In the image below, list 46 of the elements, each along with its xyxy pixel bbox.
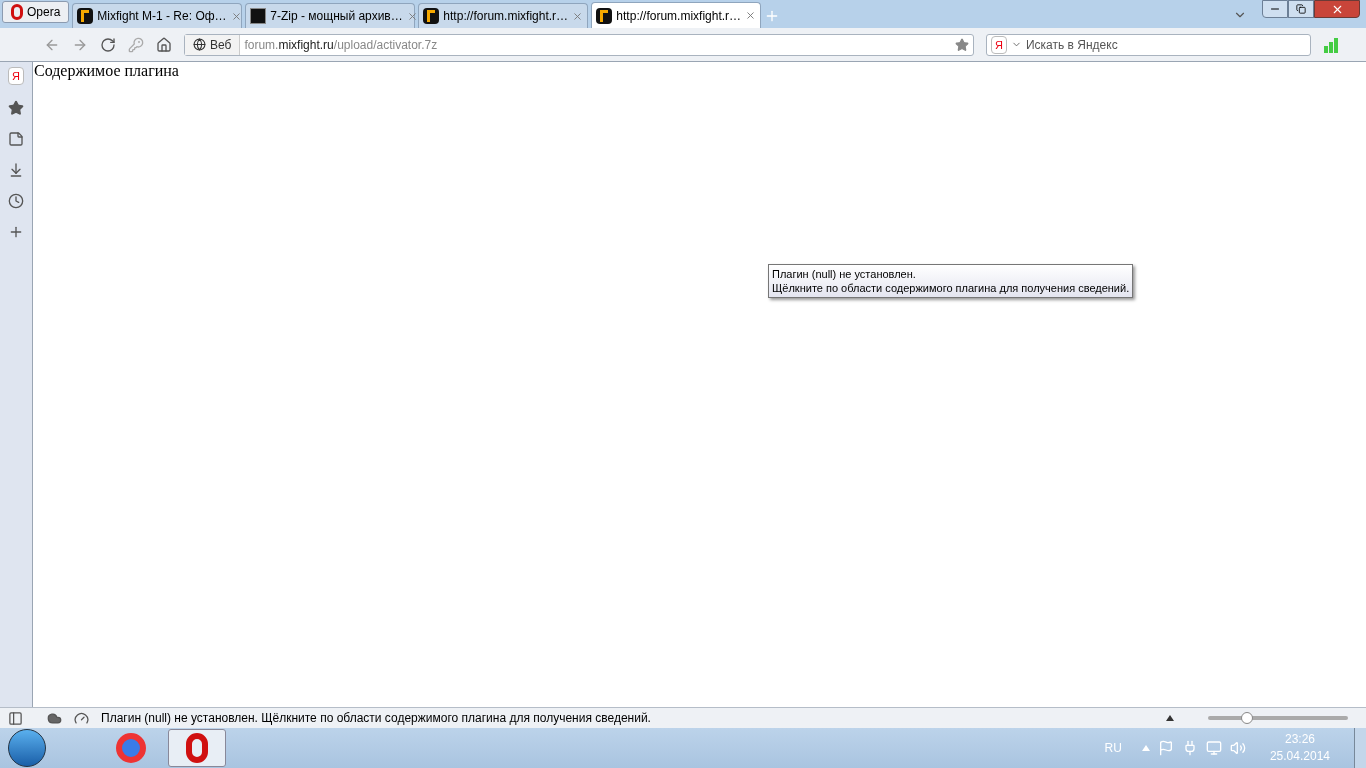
opera-logo-icon [186, 733, 208, 763]
history-clock-icon[interactable] [8, 193, 24, 209]
opera-logo-icon [11, 4, 23, 20]
browser-tab[interactable]: http://forum.mixfight.r… [591, 2, 762, 28]
yandex-panel-badge[interactable]: Я [8, 67, 24, 85]
tab-site-icon [596, 7, 613, 24]
plugin-placeholder-text[interactable]: Содержимое плагина [33, 62, 179, 80]
cloud-icon[interactable] [47, 710, 62, 726]
tab-site-icon [423, 8, 440, 24]
taskbar-app-button[interactable] [168, 729, 226, 767]
close-button[interactable] [1314, 0, 1360, 18]
web-badge[interactable]: Веб [185, 34, 241, 55]
add-panel-icon[interactable] [8, 224, 24, 240]
status-text: Плагин (null) не установлен. Щёлкните по области содержимого плагина для получения сведений. [101, 710, 651, 727]
plugin-tooltip: Плагин (null) не установлен. Щёлкните по области содержимого плагина для получения сведений. [768, 264, 1134, 298]
show-desktop-button[interactable] [1354, 728, 1366, 768]
key-icon[interactable] [128, 36, 144, 53]
tab-site-icon [77, 8, 94, 24]
close-icon [572, 10, 584, 22]
close-icon [745, 10, 757, 21]
browser-tab[interactable]: http://forum.mixfight.r… [418, 3, 589, 28]
start-button[interactable] [8, 729, 46, 767]
search-field[interactable]: Я Искать в Яндекс [986, 33, 1311, 56]
search-engine-badge[interactable]: Я [991, 35, 1007, 54]
bookmark-star-icon[interactable] [955, 37, 969, 52]
speedometer-icon[interactable] [74, 710, 89, 726]
bookmarks-star-icon[interactable] [8, 100, 24, 116]
address-field[interactable]: Веб forum.mixfight.ru/upload/activator.7z [184, 33, 974, 56]
downloads-icon[interactable] [8, 162, 24, 178]
url-text: forum.mixfight.ru/upload/activator.7z [243, 36, 439, 54]
signal-bars-icon [1323, 36, 1339, 53]
reload-icon[interactable] [100, 36, 116, 53]
browser-tab[interactable]: 7-Zip - мощный архив… [245, 3, 416, 28]
close-icon [406, 10, 418, 22]
close-icon [230, 10, 242, 22]
zoom-slider-thumb[interactable] [1241, 712, 1254, 724]
minimize-button[interactable] [1262, 0, 1288, 18]
expand-arrow-icon[interactable] [1166, 715, 1174, 721]
opera-menu-button[interactable]: Opera [2, 1, 70, 23]
home-icon[interactable] [156, 36, 172, 53]
tab-site-icon [250, 8, 267, 24]
browser-tab[interactable]: Mixfight M-1 - Re: Оф… [72, 3, 243, 28]
notes-icon[interactable] [8, 131, 24, 147]
restore-icon [1296, 4, 1306, 14]
restore-button[interactable] [1288, 0, 1314, 18]
panel-toggle-icon[interactable] [8, 710, 23, 726]
